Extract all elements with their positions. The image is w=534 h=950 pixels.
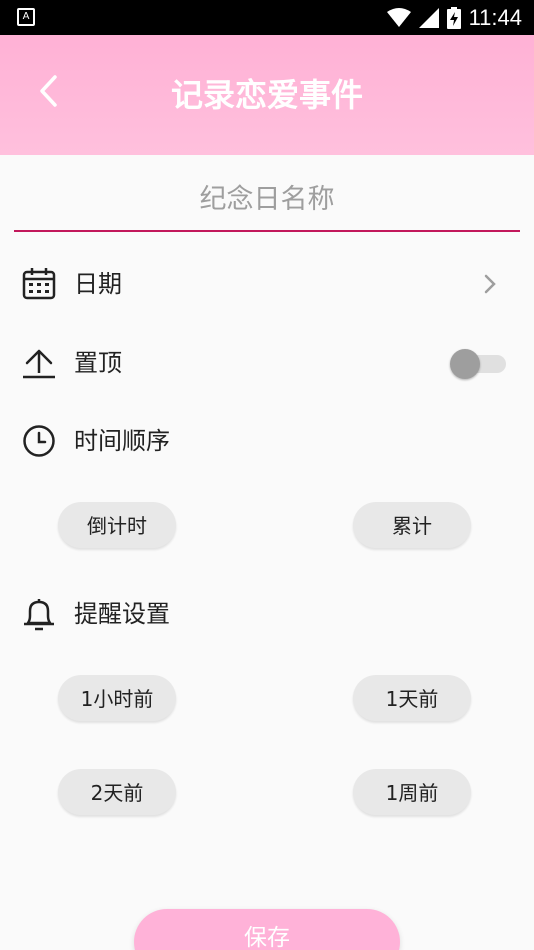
anniversary-name-field	[14, 170, 520, 232]
status-time: 11:44	[468, 4, 522, 30]
back-button[interactable]	[30, 71, 66, 111]
time-order-row: 时间顺序	[0, 411, 534, 471]
bell-icon	[24, 599, 54, 631]
time-order-label: 时间顺序	[74, 427, 170, 455]
toggle-thumb	[450, 349, 480, 379]
status-bar: A 11:44	[0, 0, 534, 35]
reminder-1-week-option[interactable]: 1周前	[353, 769, 471, 815]
reminder-1-hour-option[interactable]: 1小时前	[58, 675, 176, 721]
back-arrow-icon	[40, 75, 57, 107]
date-row[interactable]: 日期	[0, 254, 534, 314]
chevron-right-icon	[484, 274, 496, 294]
cumulative-option[interactable]: 累计	[353, 502, 471, 548]
reminder-label: 提醒设置	[74, 600, 170, 628]
upload-icon	[23, 349, 55, 379]
pin-top-toggle[interactable]	[450, 349, 506, 379]
battery-charging-icon	[446, 6, 461, 29]
status-icons: 11:44	[386, 0, 522, 35]
signal-icon	[418, 7, 439, 28]
reminder-row: 提醒设置	[0, 584, 534, 644]
wifi-icon	[386, 7, 411, 28]
pin-top-label: 置顶	[74, 349, 122, 377]
save-button[interactable]: 保存	[134, 909, 400, 950]
reminder-1-day-option[interactable]: 1天前	[353, 675, 471, 721]
pin-top-row: 置顶	[0, 333, 534, 393]
clock-icon	[23, 425, 55, 457]
app-header: 记录恋爱事件	[0, 35, 534, 155]
date-label: 日期	[74, 270, 122, 298]
calendar-icon	[22, 268, 56, 300]
notification-a-icon: A	[17, 8, 35, 26]
anniversary-name-input[interactable]	[14, 170, 520, 228]
page-title: 记录恋爱事件	[170, 76, 363, 114]
countdown-option[interactable]: 倒计时	[58, 502, 176, 548]
reminder-2-days-option[interactable]: 2天前	[58, 769, 176, 815]
